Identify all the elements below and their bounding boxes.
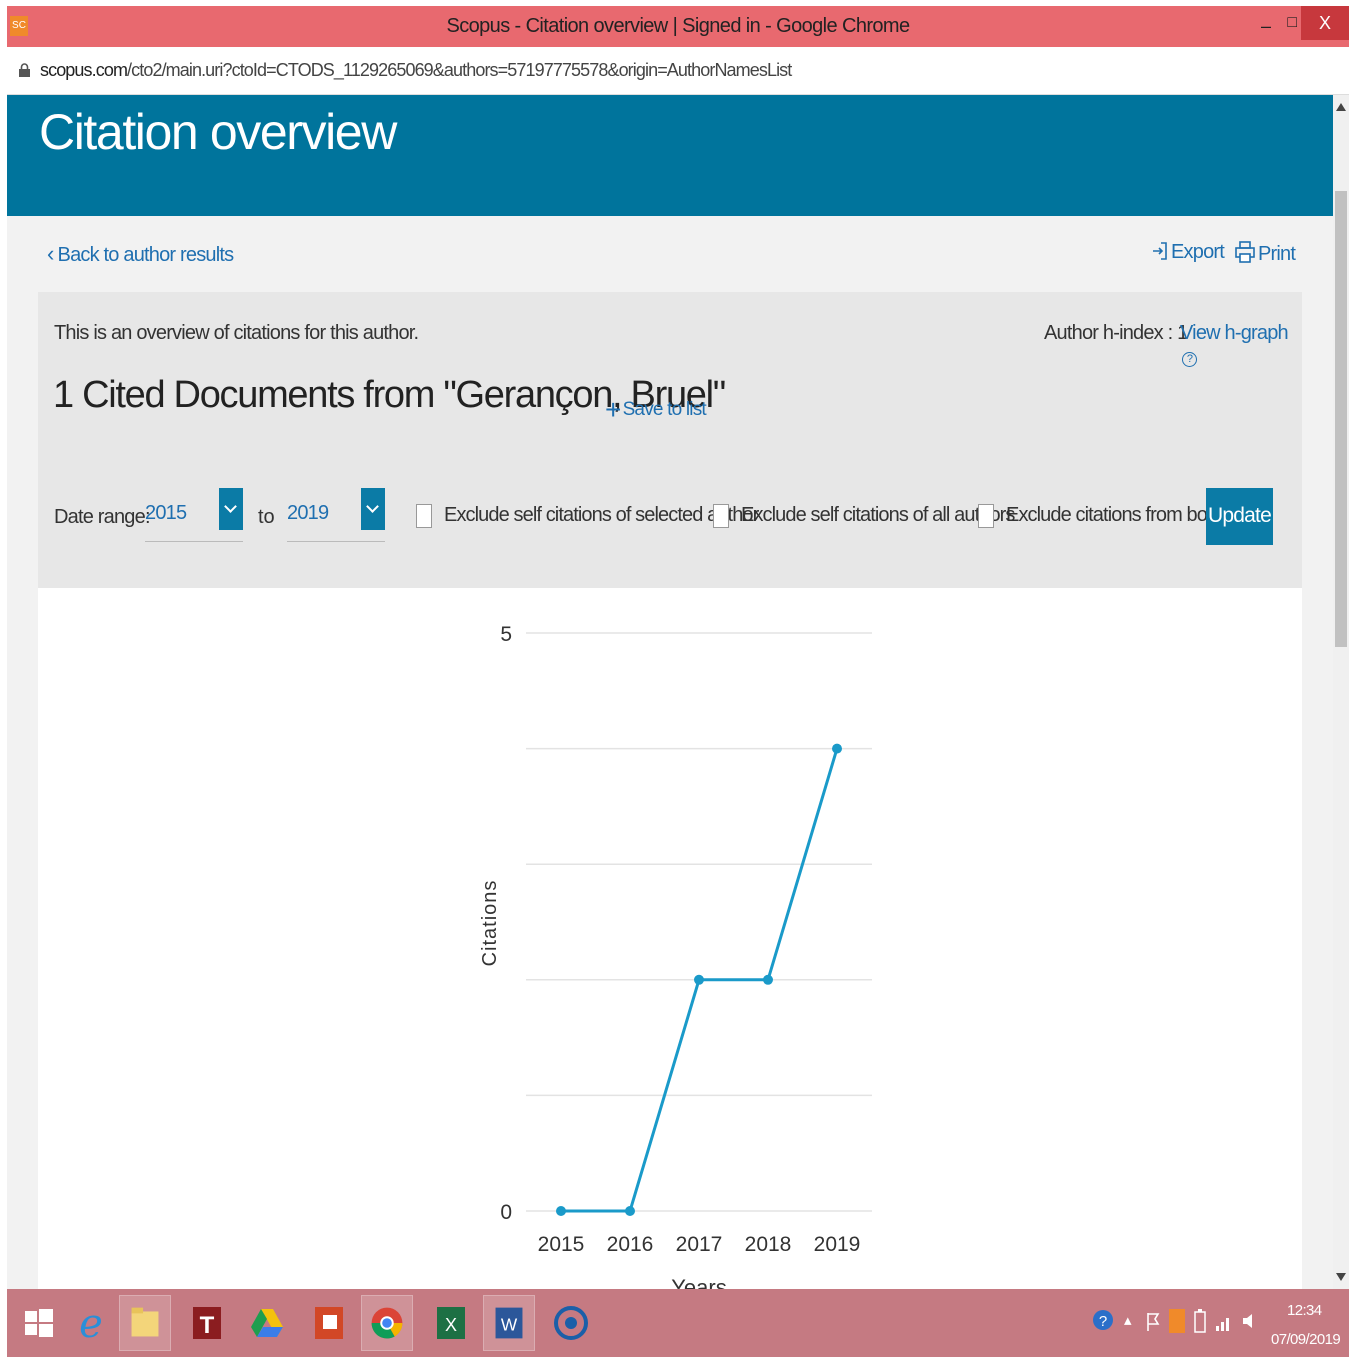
volume-icon[interactable] (1241, 1311, 1257, 1331)
citations-chart: 0 5 2015 2016 2017 2018 2019 Citations Years (38, 588, 1302, 1289)
url-path: /cto2/main.uri?ctoId=CTODS_1129265069&au… (127, 60, 792, 80)
exclude-all-authors-checkbox[interactable] (713, 504, 729, 528)
chevron-down-icon (224, 500, 237, 513)
plus-icon: + (605, 394, 621, 425)
chart-data-point (763, 974, 773, 985)
windows-start-icon[interactable] (13, 1295, 65, 1351)
show-hidden-icons-icon[interactable]: ▴ (1124, 1311, 1132, 1329)
back-to-author-results-link[interactable]: ‹ Back to author results (47, 241, 235, 267)
antivirus-tray-icon[interactable] (1169, 1309, 1185, 1333)
chart-x-tick-label: 2015 (538, 1233, 585, 1256)
window-title: Scopus - Citation overview | Signed in -… (446, 15, 910, 37)
date-range-label: Date range: (54, 506, 151, 528)
overview-panel: This is an overview of citations for thi… (38, 292, 1302, 588)
powerpoint-icon[interactable] (303, 1295, 355, 1351)
printer-icon (1235, 241, 1255, 263)
chart-y-axis-label: Citations (479, 880, 501, 967)
chevron-left-icon: ‹ (47, 241, 54, 266)
date-from-dropdown-button[interactable] (219, 488, 243, 530)
update-button[interactable]: Update (1206, 488, 1273, 545)
chevron-down-icon (366, 500, 379, 513)
browser-title-bar: SC Scopus - Citation overview | Signed i… (7, 6, 1349, 47)
svg-text:W: W (501, 1315, 518, 1335)
maximize-button[interactable]: □ (1287, 14, 1297, 32)
word-icon[interactable]: W (483, 1295, 535, 1351)
signal-icon[interactable] (1215, 1313, 1233, 1331)
chart-data-point (625, 1206, 635, 1216)
back-link-label: Back to author results (57, 244, 235, 266)
export-label: Export (1171, 241, 1225, 263)
exclude-selected-author-label: Exclude self citations of selected autho… (444, 504, 759, 526)
print-label: Print (1258, 243, 1296, 265)
clock-time[interactable]: 12:34 (1287, 1302, 1322, 1319)
battery-icon[interactable] (1193, 1309, 1207, 1333)
chart-data-point (556, 1206, 566, 1216)
scrollbar-thumb[interactable] (1335, 191, 1347, 647)
help-icon[interactable]: ? (1182, 352, 1197, 367)
chart-y-tick-label: 5 (500, 623, 512, 646)
flag-tray-icon[interactable] (1145, 1311, 1161, 1333)
overview-description: This is an overview of citations for thi… (54, 322, 419, 344)
chart-x-tick-label: 2016 (607, 1233, 654, 1256)
exclude-selected-author-checkbox[interactable] (416, 504, 432, 528)
page-banner: Citation overview (7, 95, 1333, 216)
internet-explorer-icon[interactable]: e (65, 1295, 117, 1351)
date-from-value: 2015 (145, 502, 187, 524)
print-link[interactable]: Print (1235, 241, 1296, 266)
windows-taskbar: e T X W ? ▴ 12:34 07/09/2019 (7, 1289, 1349, 1357)
vertical-scrollbar[interactable] (1333, 95, 1349, 1289)
scroll-up-arrow-icon[interactable] (1336, 103, 1346, 111)
excel-icon[interactable]: X (425, 1295, 477, 1351)
help-tray-icon[interactable]: ? (1092, 1307, 1114, 1335)
chart-x-axis-label: Years (671, 1275, 726, 1289)
clock-date[interactable]: 07/09/2019 (1271, 1331, 1341, 1348)
view-h-graph-label: View h-graph (1180, 322, 1289, 344)
page-title: Citation overview (39, 104, 397, 160)
citations-line-chart: 0 5 2015 2016 2017 2018 2019 Citations Years (479, 623, 872, 1289)
svg-text:T: T (200, 1312, 215, 1339)
chart-y-tick-label: 0 (500, 1201, 512, 1224)
exclude-books-checkbox[interactable] (978, 504, 994, 528)
scroll-down-arrow-icon[interactable] (1336, 1273, 1346, 1281)
google-chrome-icon[interactable] (361, 1295, 413, 1351)
date-to-dropdown-button[interactable] (361, 488, 385, 530)
export-link[interactable]: Export (1152, 241, 1225, 264)
chart-x-tick-label: 2018 (745, 1233, 792, 1256)
chart-data-point (832, 743, 842, 754)
save-to-list-label: Save to list (622, 399, 707, 420)
chart-x-tick-label: 2017 (676, 1233, 723, 1256)
url-text[interactable]: scopus.com/cto2/main.uri?ctoId=CTODS_112… (40, 60, 792, 81)
page-viewport: Citation overview ‹ Back to author result… (7, 95, 1333, 1289)
address-bar[interactable]: scopus.com/cto2/main.uri?ctoId=CTODS_112… (7, 47, 1349, 95)
url-domain: scopus.com (40, 60, 128, 80)
date-to-value: 2019 (287, 502, 329, 524)
close-button[interactable]: X (1301, 6, 1349, 40)
export-icon (1153, 242, 1167, 260)
date-to-select[interactable]: 2019 (287, 488, 385, 542)
chart-data-point (694, 974, 704, 985)
view-h-graph-link[interactable]: View h-graph? (1180, 322, 1302, 368)
minimize-button[interactable]: – (1261, 16, 1271, 37)
chart-x-tick-label: 2019 (814, 1233, 861, 1256)
t-app-icon[interactable]: T (181, 1295, 233, 1351)
lock-icon (19, 63, 30, 77)
exclude-all-authors-label: Exclude self citations of all authors (741, 504, 1015, 526)
author-h-index: Author h-index : 1 (1044, 322, 1188, 344)
date-to-label: to (258, 506, 275, 528)
svg-text:X: X (445, 1315, 457, 1335)
google-drive-icon[interactable] (241, 1295, 293, 1351)
file-explorer-icon[interactable] (119, 1295, 171, 1351)
save-to-list-link[interactable]: + Save to list (605, 394, 707, 426)
exclude-books-label: Exclude citations from books (1006, 504, 1236, 526)
svg-text:e: e (79, 1301, 103, 1347)
date-from-select[interactable]: 2015 (145, 488, 243, 542)
svg-text:?: ? (1099, 1313, 1107, 1330)
media-app-icon[interactable] (545, 1295, 597, 1351)
